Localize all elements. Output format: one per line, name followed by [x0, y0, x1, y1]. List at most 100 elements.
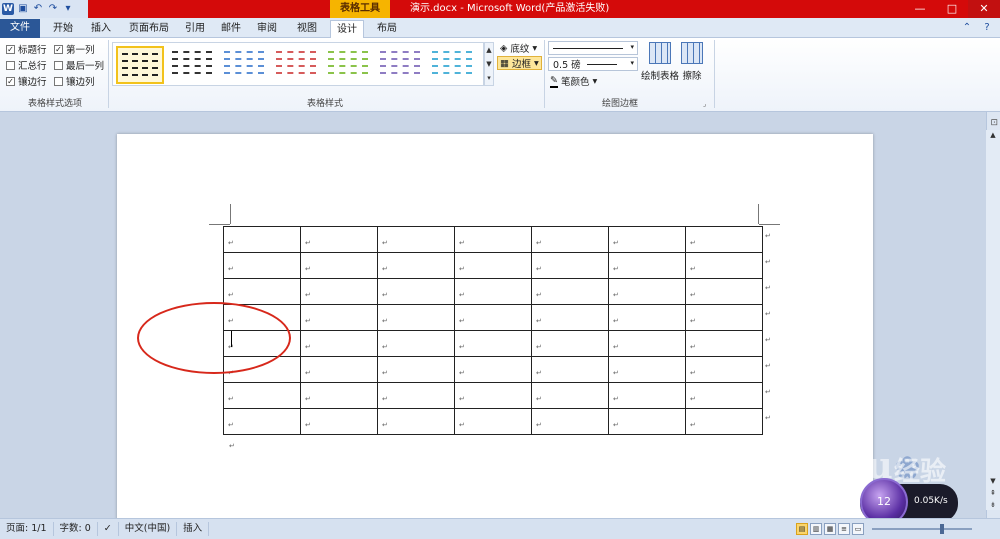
table-cell[interactable]: ↵	[223, 408, 301, 435]
table-cell[interactable]: ↵	[223, 252, 301, 279]
tab-references[interactable]: 引用	[180, 20, 210, 38]
ribbon-minimize-icon[interactable]: ⌃	[960, 21, 974, 35]
table-cell[interactable]: ↵	[685, 408, 763, 435]
pen-color-button[interactable]: ✎ 笔颜色 ▾	[548, 74, 599, 88]
insert-mode[interactable]: 插入	[177, 522, 210, 536]
table-cell[interactable]: ↵	[531, 356, 609, 383]
table-cell[interactable]: ↵	[454, 408, 532, 435]
table-cell[interactable]: ↵	[377, 226, 455, 253]
table-cell[interactable]: ↵	[377, 408, 455, 435]
scroll-down-icon[interactable]: ▼	[986, 476, 1000, 486]
scroll-down-icon[interactable]: ▼	[485, 57, 493, 71]
table-cell[interactable]: ↵	[685, 252, 763, 279]
table-cell[interactable]: ↵	[531, 304, 609, 331]
table-cell[interactable]: ↵	[377, 278, 455, 305]
table-cell[interactable]: ↵	[608, 356, 686, 383]
full-screen-reading-icon[interactable]: ▥	[810, 523, 822, 535]
table-cell[interactable]: ↵	[300, 356, 378, 383]
option-banded-rows[interactable]: ✓ 镶边行	[6, 74, 47, 88]
option-banded-columns[interactable]: 镶边列	[54, 74, 95, 88]
customize-icon[interactable]: ▾	[62, 3, 74, 15]
table-cell[interactable]: ↵	[531, 408, 609, 435]
scroll-up-icon[interactable]: ▲	[485, 43, 493, 57]
table-cell[interactable]: ↵	[300, 330, 378, 357]
close-button[interactable]: ✕	[968, 0, 1000, 18]
tab-insert[interactable]: 插入	[84, 20, 118, 38]
table-cell[interactable]: ↵	[300, 252, 378, 279]
help-icon[interactable]: ?	[980, 21, 994, 35]
table-cell[interactable]: ↵	[377, 304, 455, 331]
table-cell[interactable]: ↵	[300, 304, 378, 331]
proofing-icon[interactable]: ✓	[98, 522, 119, 536]
checkbox-unchecked-icon[interactable]	[54, 76, 63, 86]
table-cell[interactable]: ↵	[685, 278, 763, 305]
table-cell[interactable]: ↵	[531, 330, 609, 357]
tab-layout[interactable]: 布局	[370, 20, 404, 38]
table-style-thumb[interactable]	[324, 46, 372, 84]
redo-icon[interactable]: ↷	[47, 3, 59, 15]
table-cell[interactable]: ↵	[608, 330, 686, 357]
document-table[interactable]: ↵ ↵ ↵ ↵ ↵ ↵ ↵ ↵ ↵ ↵ ↵ ↵ ↵ ↵ ↵ ↵ ↵ ↵ ↵ ↵ ↵ ↵ ↵ ↵ ↵ ↵ ↵ ↵ ↵ ↵ ↵ ↵ ↵ ↵ ↵ ↵ ↵ ↵ ↵ ↵…	[223, 226, 763, 435]
dialog-launcher-icon[interactable]: ⌟	[703, 100, 706, 108]
table-cell[interactable]: ↵	[454, 278, 532, 305]
line-weight-dropdown[interactable]: 0.5 磅 ▾	[548, 57, 638, 71]
table-cell[interactable]: ↵	[377, 252, 455, 279]
checkbox-checked-icon[interactable]: ✓	[6, 44, 15, 54]
table-cell[interactable]: ↵	[531, 278, 609, 305]
tab-design[interactable]: 设计	[330, 20, 364, 39]
prev-page-icon[interactable]: ⇞	[986, 488, 1000, 498]
checkbox-unchecked-icon[interactable]	[6, 60, 15, 70]
table-cell[interactable]: ↵	[377, 382, 455, 409]
draft-icon[interactable]: ▭	[852, 523, 864, 535]
table-cell[interactable]: ↵	[608, 304, 686, 331]
table-style-thumb[interactable]	[376, 46, 424, 84]
table-cell[interactable]: ↵	[300, 226, 378, 253]
table-cell[interactable]: ↵	[531, 382, 609, 409]
network-speed-widget[interactable]: 12 0.05K/s	[860, 478, 958, 526]
table-cell[interactable]: ↵	[685, 356, 763, 383]
table-cell[interactable]: ↵	[608, 252, 686, 279]
tab-file[interactable]: 文件	[0, 19, 40, 38]
checkbox-checked-icon[interactable]: ✓	[54, 44, 63, 54]
table-cell[interactable]: ↵	[223, 382, 301, 409]
table-cell[interactable]: ↵	[685, 382, 763, 409]
maximize-button[interactable]: □	[936, 0, 968, 18]
table-cell[interactable]: ↵	[377, 356, 455, 383]
table-cell[interactable]: ↵	[608, 408, 686, 435]
table-cell[interactable]: ↵	[685, 226, 763, 253]
zoom-slider[interactable]	[872, 528, 972, 530]
table-style-thumb[interactable]	[220, 46, 268, 84]
checkbox-checked-icon[interactable]: ✓	[6, 76, 15, 86]
table-cell[interactable]: ↵	[454, 226, 532, 253]
word-logo-icon[interactable]: W	[2, 3, 14, 15]
table-cell[interactable]: ↵	[454, 304, 532, 331]
table-style-thumb[interactable]	[168, 46, 216, 84]
gallery-more-icon[interactable]: ▾	[485, 71, 493, 85]
table-cell[interactable]: ↵	[685, 304, 763, 331]
tab-page-layout[interactable]: 页面布局	[124, 20, 174, 38]
tab-home[interactable]: 开始	[46, 20, 80, 38]
table-style-thumb[interactable]	[428, 46, 476, 84]
table-cell[interactable]: ↵	[608, 226, 686, 253]
shading-button[interactable]: ◈ 底纹 ▾	[498, 41, 539, 56]
table-cell[interactable]: ↵	[223, 278, 301, 305]
tab-mailings[interactable]: 邮件	[216, 20, 246, 38]
option-total-row[interactable]: 汇总行	[6, 58, 47, 72]
table-cell[interactable]: ↵	[300, 408, 378, 435]
line-style-dropdown[interactable]: ▾	[548, 41, 638, 55]
save-icon[interactable]: ▣	[17, 3, 29, 15]
table-cell[interactable]: ↵	[300, 278, 378, 305]
print-layout-icon[interactable]: ▤	[796, 523, 808, 535]
option-last-column[interactable]: 最后一列	[54, 58, 104, 72]
page-count[interactable]: 页面: 1/1	[0, 522, 54, 536]
tab-view[interactable]: 视图	[290, 20, 324, 38]
table-cell[interactable]: ↵	[454, 382, 532, 409]
language-status[interactable]: 中文(中国)	[119, 522, 178, 536]
table-cell[interactable]: ↵	[454, 252, 532, 279]
outline-icon[interactable]: ≡	[838, 523, 850, 535]
next-page-icon[interactable]: ⇟	[986, 500, 1000, 510]
table-cell[interactable]: ↵	[300, 382, 378, 409]
tab-review[interactable]: 审阅	[252, 20, 282, 38]
option-first-column[interactable]: ✓ 第一列	[54, 42, 95, 56]
table-cell[interactable]: ↵	[531, 252, 609, 279]
